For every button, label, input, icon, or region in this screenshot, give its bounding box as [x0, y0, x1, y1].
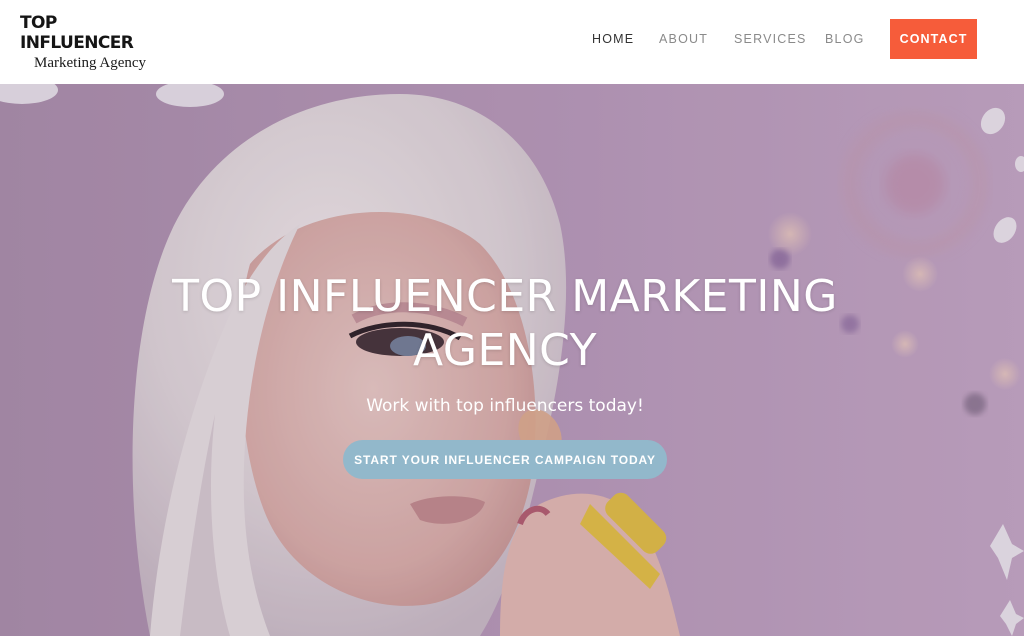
main-nav: HOME ABOUT SERVICES BLOG CONTACT — [0, 0, 1024, 84]
start-campaign-button[interactable]: START YOUR INFLUENCER CAMPAIGN TODAY — [343, 440, 667, 479]
nav-item-blog[interactable]: BLOG — [825, 32, 865, 46]
contact-button[interactable]: CONTACT — [890, 19, 977, 59]
hero-subtitle: Work with top influencers today! — [366, 396, 644, 416]
nav-item-services[interactable]: SERVICES — [734, 32, 807, 46]
hero-section: TOP INFLUENCER MARKETING AGENCY Work wit… — [0, 84, 1024, 636]
hero-title: TOP INFLUENCER MARKETING AGENCY — [172, 271, 838, 376]
nav-item-about[interactable]: ABOUT — [659, 32, 708, 46]
site-header: TOP INFLUENCER Marketing Agency HOME ABO… — [0, 0, 1024, 84]
nav-item-home[interactable]: HOME — [592, 32, 634, 46]
